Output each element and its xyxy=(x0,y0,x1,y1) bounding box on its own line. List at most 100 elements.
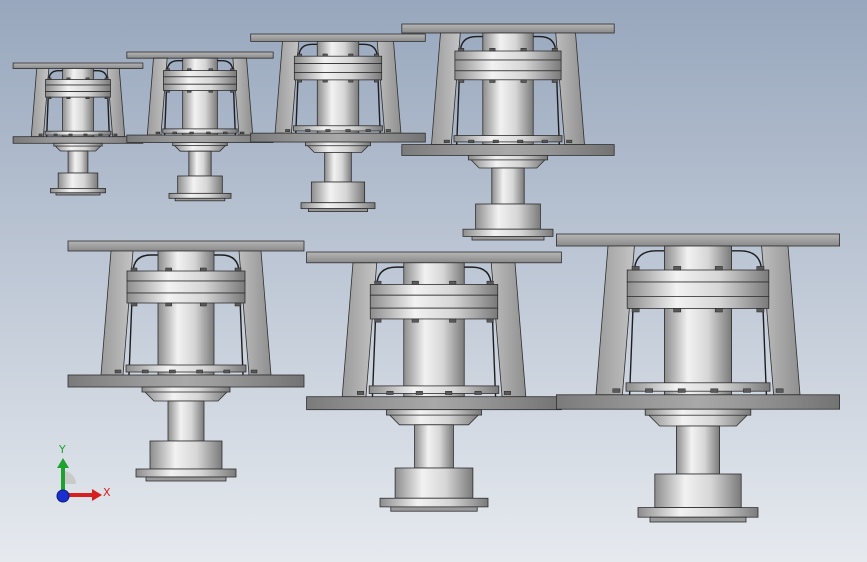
flange-bolt-icon xyxy=(489,48,496,52)
flange-bolt-icon xyxy=(458,79,465,83)
foot-rim xyxy=(471,235,545,241)
upper-flange-ring xyxy=(45,84,111,92)
flange-bolt-icon xyxy=(374,53,379,57)
top-plate xyxy=(250,33,426,42)
x-axis-label: X xyxy=(103,486,111,499)
base-bolt-icon xyxy=(677,388,686,393)
top-plate xyxy=(126,51,274,59)
base-bolt-icon xyxy=(98,133,103,136)
upper-flange-ring xyxy=(369,294,499,309)
base-bolt-icon xyxy=(223,131,228,135)
base-plate xyxy=(67,374,305,388)
flange-bolt-icon xyxy=(486,280,494,285)
lower-hub xyxy=(654,473,742,508)
flange-bolt-icon xyxy=(449,280,457,285)
upper-flange-bottom xyxy=(126,292,246,304)
lower-cone xyxy=(469,158,547,169)
flange-bolt-icon xyxy=(322,53,328,57)
base-bolt-icon xyxy=(468,139,475,144)
upper-flange-top xyxy=(454,50,562,61)
foot-flange xyxy=(300,202,376,210)
flange-bolt-icon xyxy=(374,79,379,83)
flange-bolt-icon xyxy=(130,267,138,272)
flange-bolt-icon xyxy=(297,53,302,57)
base-bolt-icon xyxy=(645,388,653,393)
lower-hub xyxy=(57,172,99,189)
flange-bolt-icon xyxy=(374,280,382,285)
base-bolt-icon xyxy=(172,131,177,135)
flange-bolt-icon xyxy=(411,318,419,323)
base-bolt-icon xyxy=(612,388,621,393)
flange-bolt-icon xyxy=(374,318,382,323)
base-bolt-icon xyxy=(345,129,351,132)
top-plate xyxy=(67,240,305,252)
lower-shaft xyxy=(414,424,454,469)
base-bolt-icon xyxy=(566,139,573,144)
lower-hub xyxy=(149,440,223,470)
flange-bolt-icon xyxy=(66,77,71,80)
base-bolt-icon xyxy=(83,133,88,136)
flange-bolt-icon xyxy=(230,68,235,71)
flange-bolt-icon xyxy=(348,79,354,83)
base-bolt-icon xyxy=(492,139,499,144)
upper-flange-ring xyxy=(454,59,562,72)
base-bolt-icon xyxy=(169,369,176,374)
graphics-viewport[interactable]: Y X xyxy=(0,0,867,562)
flange-bolt-icon xyxy=(673,266,682,271)
lower-cone xyxy=(387,413,481,426)
base-bolt-icon xyxy=(385,129,391,132)
lower-shaft xyxy=(67,150,89,174)
foot-rim xyxy=(649,516,747,523)
base-bolt-icon xyxy=(541,139,548,144)
flange-bolt-icon xyxy=(551,48,558,52)
lower-collar xyxy=(172,142,228,147)
lower-hub xyxy=(475,203,541,230)
flange-bolt-icon xyxy=(165,302,172,307)
foot-flange xyxy=(637,507,759,518)
upper-flange-top xyxy=(626,269,770,283)
lower-hub xyxy=(394,467,474,499)
upper-flange-bottom xyxy=(163,83,237,91)
base-bolt-icon xyxy=(240,131,245,135)
base-plate xyxy=(12,136,144,144)
upper-flange-bottom xyxy=(626,295,770,309)
lower-shaft xyxy=(491,167,525,205)
flange-bolt-icon xyxy=(449,318,457,323)
flange-bolt-icon xyxy=(520,48,527,52)
lower-cone xyxy=(646,413,750,427)
base-bolt-icon xyxy=(38,133,43,136)
base-plate xyxy=(250,132,426,143)
flange-bolt-icon xyxy=(104,96,109,99)
upper-flange-ring xyxy=(163,76,237,85)
flange-bolt-icon xyxy=(322,79,328,83)
upper-flange-ring xyxy=(126,280,246,294)
base-bolt-icon xyxy=(443,139,450,144)
base-plate xyxy=(401,144,615,156)
axis-triad: Y X xyxy=(56,443,111,503)
upper-flange-ring xyxy=(626,281,770,297)
flange-bolt-icon xyxy=(66,96,71,99)
foot-flange xyxy=(462,228,554,237)
base-bolt-icon xyxy=(285,129,291,132)
flange-bolt-icon xyxy=(520,79,527,83)
flange-bolt-icon xyxy=(85,96,90,99)
base-bolt-icon xyxy=(710,388,719,393)
base-bolt-icon xyxy=(189,131,194,135)
base-bolt-icon xyxy=(141,369,149,374)
y-axis-arrow-head-icon xyxy=(57,458,69,468)
base-bolt-icon xyxy=(114,369,122,374)
upper-flange-top xyxy=(293,55,383,65)
x-axis-arrow-head-icon xyxy=(92,489,102,501)
lower-collar xyxy=(305,141,371,147)
top-plate xyxy=(401,23,615,34)
flange-bolt-icon xyxy=(486,318,494,323)
flange-bolt-icon xyxy=(208,90,213,93)
lower-cone xyxy=(143,390,229,402)
base-bolt-icon xyxy=(517,139,524,144)
base-bolt-icon xyxy=(155,131,160,135)
foot-rim xyxy=(390,506,478,512)
top-plate xyxy=(556,233,841,247)
flange-bolt-icon xyxy=(234,267,242,272)
base-bolt-icon xyxy=(305,129,311,132)
upper-flange-top xyxy=(369,283,499,296)
